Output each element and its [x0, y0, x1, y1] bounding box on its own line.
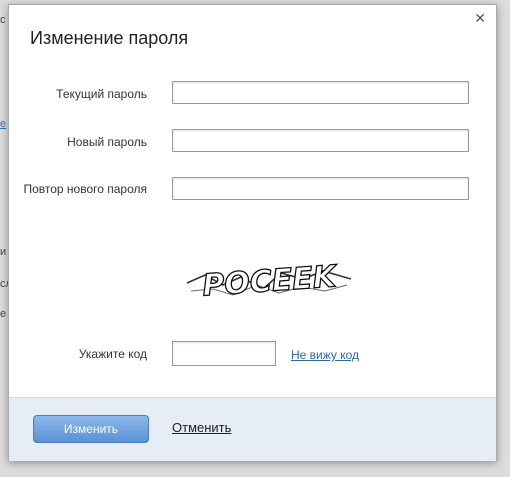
repeat-password-label: Повтор нового пароля — [23, 182, 147, 196]
code-label: Укажите код — [78, 347, 147, 361]
current-password-label: Текущий пароль — [56, 87, 147, 101]
repeat-password-input[interactable] — [172, 177, 469, 200]
close-icon[interactable]: ✕ — [474, 11, 486, 25]
change-password-dialog: ✕ Изменение пароля Текущий пароль Новый … — [8, 4, 497, 461]
new-password-label: Новый пароль — [67, 135, 147, 149]
captcha-text: POCEEK — [201, 259, 340, 303]
change-button[interactable]: Изменить — [33, 415, 149, 443]
captcha-image: POCEEK — [186, 259, 352, 304]
background-fragment: е — [0, 308, 7, 320]
background-fragment: с — [0, 14, 6, 26]
background-fragment: и — [0, 246, 7, 258]
new-password-input[interactable] — [172, 129, 469, 152]
background-link-fragment: е — [0, 118, 7, 130]
cant-see-code-link[interactable]: Не вижу код — [291, 348, 359, 362]
dialog-title: Изменение пароля — [30, 28, 189, 48]
dialog-footer: Изменить Отменить — [9, 397, 496, 461]
current-password-input[interactable] — [172, 81, 469, 104]
captcha-code-input[interactable] — [172, 341, 276, 366]
cancel-link[interactable]: Отменить — [172, 420, 231, 435]
